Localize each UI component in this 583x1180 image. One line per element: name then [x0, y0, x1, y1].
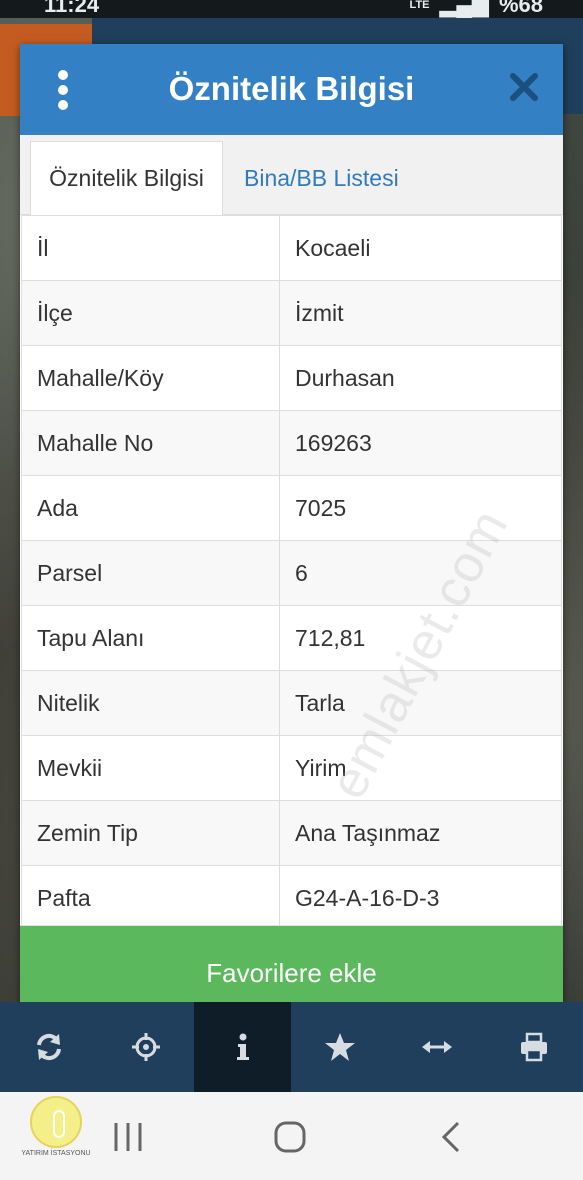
table-row: Mahalle No 169263 [21, 410, 562, 476]
keyhole-logo-icon [30, 1096, 82, 1148]
crosshair-icon[interactable] [97, 1002, 194, 1092]
row-value: Tarla [279, 670, 562, 736]
table-row: Tapu Alanı 712,81 [21, 605, 562, 671]
row-key: İlçe [21, 280, 280, 346]
row-key: Pafta [21, 865, 280, 925]
row-value: İzmit [279, 280, 562, 346]
status-time: 11:24 [44, 0, 100, 17]
row-value: Ana Taşınmaz [279, 800, 562, 866]
tab-building-list[interactable]: Bina/BB Listesi [244, 141, 399, 215]
table-row: Parsel 6 [21, 540, 562, 606]
battery-label: %68 [498, 0, 543, 17]
row-key: İl [21, 215, 280, 281]
row-key: Mahalle No [21, 410, 280, 476]
measure-icon[interactable] [388, 1002, 485, 1092]
row-value: G24-A-16-D-3 [279, 865, 562, 925]
table-row: İlçe İzmit [21, 280, 562, 346]
brand-logo: YATIRIM İSTASYONU [14, 1096, 98, 1168]
home-icon[interactable] [270, 1120, 310, 1154]
row-value: Durhasan [279, 345, 562, 411]
row-value: 7025 [279, 475, 562, 541]
row-value: 6 [279, 540, 562, 606]
row-value: Yirim [279, 735, 562, 801]
table-row: Mevkii Yirim [21, 735, 562, 801]
recent-apps-icon[interactable] [108, 1120, 148, 1154]
row-value: 712,81 [279, 605, 562, 671]
map-toolbar [0, 1002, 583, 1092]
attribute-info-modal: Öznitelik Bilgisi Öznitelik Bilgisi Bina… [20, 44, 563, 1020]
table-row: Zemin Tip Ana Taşınmaz [21, 800, 562, 866]
network-label: LTE [409, 0, 430, 11]
modal-header: Öznitelik Bilgisi [20, 44, 563, 135]
refresh-icon[interactable] [0, 1002, 97, 1092]
attribute-table-scroll[interactable]: İl Kocaeli İlçe İzmit Mahalle/Köy Durhasan … [20, 215, 563, 926]
attribute-table: İl Kocaeli İlçe İzmit Mahalle/Köy Durhasan … [21, 215, 562, 925]
signal-icon: ▂▄▆ [439, 0, 489, 17]
android-navigation-bar: YATIRIM İSTASYONU [0, 1092, 583, 1180]
table-row: Pafta G24-A-16-D-3 [21, 865, 562, 925]
row-key: Tapu Alanı [21, 605, 280, 671]
info-icon[interactable] [194, 1002, 291, 1092]
row-key: Ada [21, 475, 280, 541]
modal-title: Öznitelik Bilgisi [168, 70, 415, 107]
row-value: 169263 [279, 410, 562, 476]
star-icon[interactable] [291, 1002, 388, 1092]
tab-attribute-info[interactable]: Öznitelik Bilgisi [30, 141, 223, 215]
row-key: Zemin Tip [21, 800, 280, 866]
table-row: Mahalle/Köy Durhasan [21, 345, 562, 411]
row-value: Kocaeli [279, 215, 562, 281]
table-row: Nitelik Tarla [21, 670, 562, 736]
status-bar: 11:24 LTE ▂▄▆ %68 [0, 0, 583, 18]
tab-bar: Öznitelik Bilgisi Bina/BB Listesi [20, 135, 563, 215]
close-icon[interactable] [507, 70, 541, 104]
logo-text: YATIRIM İSTASYONU [21, 1150, 91, 1157]
row-key: Nitelik [21, 670, 280, 736]
row-key: Parsel [21, 540, 280, 606]
row-key: Mahalle/Köy [21, 345, 280, 411]
print-icon[interactable] [485, 1002, 582, 1092]
back-icon[interactable] [432, 1120, 472, 1154]
row-key: Mevkii [21, 735, 280, 801]
table-row: Ada 7025 [21, 475, 562, 541]
table-row: İl Kocaeli [21, 215, 562, 281]
